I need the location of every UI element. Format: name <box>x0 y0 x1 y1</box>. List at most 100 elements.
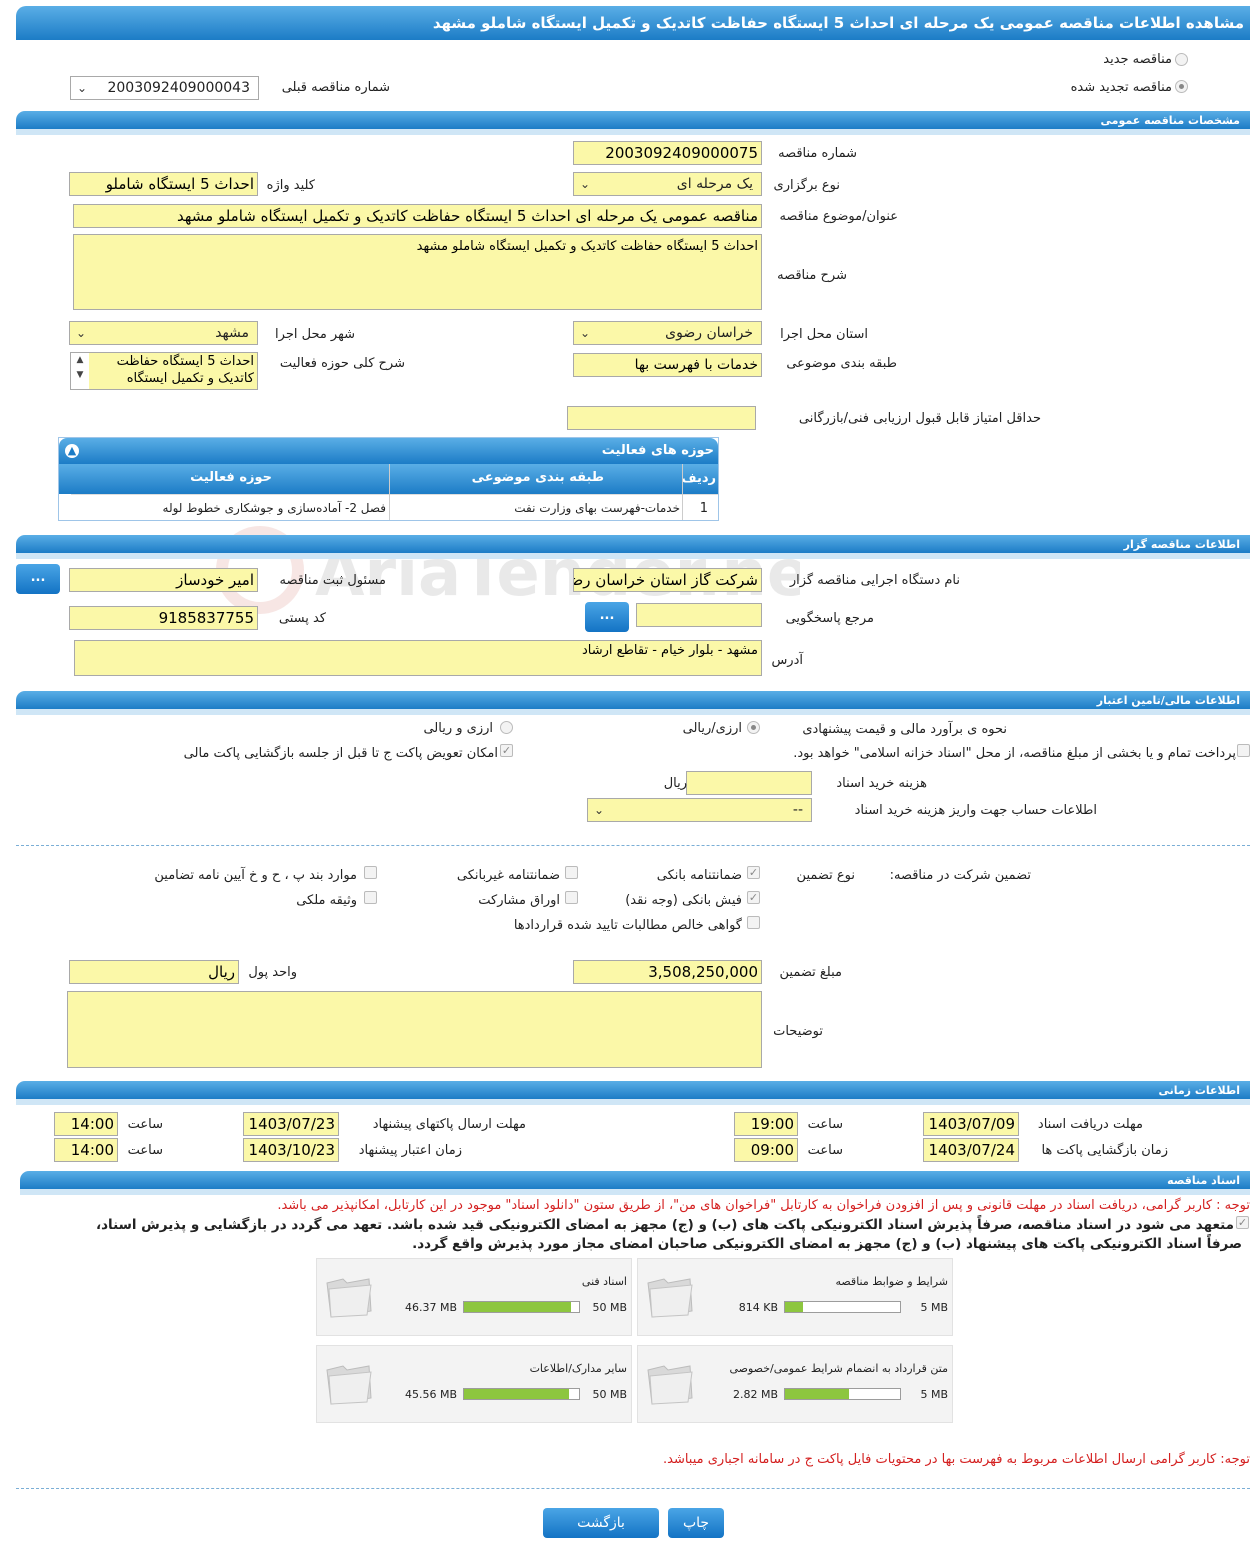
doc-receive-date[interactable]: 1403/07/09 <box>923 1112 1019 1136</box>
opening-date[interactable]: 1403/07/24 <box>923 1138 1019 1162</box>
file-card[interactable]: سایر مدارک/اطلاعات 45.56 MB 50 MB <box>316 1345 632 1423</box>
validity-date[interactable]: 1403/10/23 <box>243 1138 339 1162</box>
keyword-label: کلید واژه <box>266 178 315 193</box>
property-label: وثیقه ملکی <box>296 893 357 908</box>
account-select[interactable]: ⌄ -- <box>587 798 812 822</box>
description-label: شرح مناقصه <box>777 268 847 283</box>
province-label: استان محل اجرا <box>780 327 868 342</box>
doc-receive-label: مهلت دریافت اسناد <box>1037 1117 1143 1132</box>
file-title: اسناد فنی <box>581 1275 627 1288</box>
chevron-down-icon: ⌄ <box>580 326 591 340</box>
subject-label: عنوان/موضوع مناقصه <box>779 209 898 224</box>
validity-label: زمان اعتبار پیشنهاد <box>358 1143 462 1158</box>
description-field[interactable]: احداث 5 ایستگاه حفاظت کاتدیک و تکمیل ایس… <box>73 234 762 310</box>
keyword-field[interactable]: احداث 5 ایستگاه شاملو <box>69 172 258 196</box>
new-tender-radio[interactable] <box>1175 53 1188 66</box>
organizer-browse-button[interactable]: ... <box>16 564 60 594</box>
currency-radio[interactable] <box>500 721 513 734</box>
org-field[interactable]: شرکت گاز استان خراسان رضوی <box>573 568 762 592</box>
opening-time[interactable]: 09:00 <box>734 1138 798 1162</box>
file-max-size: 50 MB <box>592 1388 627 1401</box>
back-button[interactable]: بازگشت <box>543 1508 659 1538</box>
swap-checkbox[interactable]: ✓ <box>500 744 513 757</box>
opening-time-label: ساعت <box>807 1143 843 1158</box>
renewed-tender-label: مناقصه تجدید شده <box>1070 80 1172 95</box>
reference-browse-button[interactable]: ... <box>585 602 629 632</box>
bonds-checkbox[interactable] <box>565 891 578 904</box>
submit-time-label: ساعت <box>127 1117 163 1132</box>
progress-bar <box>784 1388 901 1400</box>
account-label: اطلاعات حساب جهت واریز هزینه خرید اسناد <box>854 803 1097 818</box>
category-field[interactable]: خدمات با فهرست بها <box>573 353 762 377</box>
currency-label: واحد پول <box>248 965 297 980</box>
clauses-checkbox[interactable] <box>364 866 377 879</box>
non-bank-guarantee-checkbox[interactable] <box>565 866 578 879</box>
scroll-arrows[interactable]: ▲ ▼ <box>71 353 89 389</box>
currency-radio-label: ارزی و ریالی <box>423 721 493 736</box>
activity-grid: حوزه های فعالیت ▲ ردیف طبقه بندی موضوعی … <box>58 437 719 521</box>
doc-receive-time[interactable]: 19:00 <box>734 1112 798 1136</box>
folder-icon <box>323 1358 375 1408</box>
file-card[interactable]: متن قرارداد به انضمام شرایط عمومی/خصوصی 2… <box>637 1345 953 1423</box>
prev-number-select[interactable]: ⌄ 2003092409000043 <box>70 76 259 100</box>
treasury-checkbox[interactable] <box>1237 744 1250 757</box>
doc-cost-label: هزینه خرید اسناد <box>836 776 927 791</box>
page-title: مشاهده اطلاعات مناقصه عمومی یک مرحله ای … <box>16 6 1250 40</box>
estimate-label: نحوه ی برآورد مالی و قیمت پیشنهادی <box>802 722 1007 737</box>
grid-header-row: ردیف <box>681 471 716 486</box>
print-button[interactable]: چاپ <box>668 1508 724 1538</box>
prev-number-label: شماره مناقصه قبلی <box>281 80 390 95</box>
province-select[interactable]: ⌄ خراسان رضوی <box>573 321 762 345</box>
city-select[interactable]: ⌄ مشهد <box>69 321 258 345</box>
doc-cost-field[interactable] <box>686 771 812 795</box>
notes-field[interactable] <box>67 991 762 1068</box>
bank-receipt-checkbox[interactable]: ✓ <box>747 891 760 904</box>
reference-label: مرجع پاسخگویی <box>785 611 874 626</box>
validity-time[interactable]: 14:00 <box>54 1138 118 1162</box>
file-title: شرایط و ضوابط مناقصه <box>835 1275 949 1288</box>
currency-field[interactable]: ریال <box>69 960 239 984</box>
chevron-down-icon: ⌄ <box>77 81 88 95</box>
min-score-field[interactable] <box>567 406 756 430</box>
notes-label: توضیحات <box>773 1024 823 1039</box>
validity-time-label: ساعت <box>127 1143 163 1158</box>
tender-number-label: شماره مناقصه <box>778 146 857 161</box>
postal-field[interactable]: 9185837755 <box>69 606 258 630</box>
file-title: سایر مدارک/اطلاعات <box>529 1362 627 1375</box>
amount-field[interactable]: 3,508,250,000 <box>573 960 762 984</box>
type-select[interactable]: ⌄ یک مرحله ای <box>573 172 762 196</box>
activity-desc-label: شرح کلی حوزه فعالیت <box>279 356 405 371</box>
subject-field[interactable]: مناقصه عمومی یک مرحله ای احداث 5 ایستگاه… <box>73 204 762 228</box>
financial-section-header: اطلاعات مالی/تامین اعتبار <box>16 691 1250 715</box>
submit-date[interactable]: 1403/07/23 <box>243 1112 339 1136</box>
organizer-section-header: اطلاعات مناقصه گزار <box>16 535 1250 559</box>
city-label: شهر محل اجرا <box>275 327 355 342</box>
opening-label: زمان بازگشایی پاکت ها <box>1041 1143 1168 1158</box>
certificate-label: گواهی خالص مطالبات تایید شده قراردادها <box>513 918 742 933</box>
responsible-field[interactable]: امیر خودساز <box>69 568 258 592</box>
reference-field[interactable] <box>636 603 762 627</box>
postal-label: کد پستی <box>278 611 326 626</box>
amount-label: مبلغ تضمین <box>779 965 842 980</box>
collapse-icon[interactable]: ▲ <box>65 444 79 458</box>
bank-receipt-label: فیش بانکی (وجه نقد) <box>625 893 742 908</box>
property-checkbox[interactable] <box>364 891 377 904</box>
rial-radio[interactable] <box>747 721 760 734</box>
submit-time[interactable]: 14:00 <box>54 1112 118 1136</box>
certificate-checkbox[interactable] <box>747 916 760 929</box>
treasury-label: پرداخت تمام و یا بخشی از مبلغ مناقصه، از… <box>793 746 1236 761</box>
address-field[interactable]: مشهد - بلوار خیام - تقاطع ارشاد <box>74 640 762 676</box>
file-card[interactable]: اسناد فنی 46.37 MB 50 MB <box>316 1258 632 1336</box>
renewed-tender-radio[interactable] <box>1175 80 1188 93</box>
folder-icon <box>644 1358 696 1408</box>
bank-guarantee-checkbox[interactable]: ✓ <box>747 866 760 879</box>
type-label: نوع برگزاری <box>773 178 840 193</box>
activity-desc-field[interactable]: احداث 5 ایستگاه حفاظت کاتدیک و تکمیل ایس… <box>70 352 258 390</box>
file-title: متن قرارداد به انضمام شرایط عمومی/خصوصی <box>729 1362 948 1375</box>
file-card[interactable]: شرایط و ضوابط مناقصه 814 KB 5 MB <box>637 1258 953 1336</box>
file-max-size: 5 MB <box>920 1388 948 1401</box>
commit-checkbox[interactable]: ✓ <box>1236 1216 1249 1229</box>
tender-number-field[interactable]: 2003092409000075 <box>573 141 762 165</box>
bonds-label: اوراق مشارکت <box>478 893 560 908</box>
new-tender-label: مناقصه جدید <box>1103 52 1172 67</box>
